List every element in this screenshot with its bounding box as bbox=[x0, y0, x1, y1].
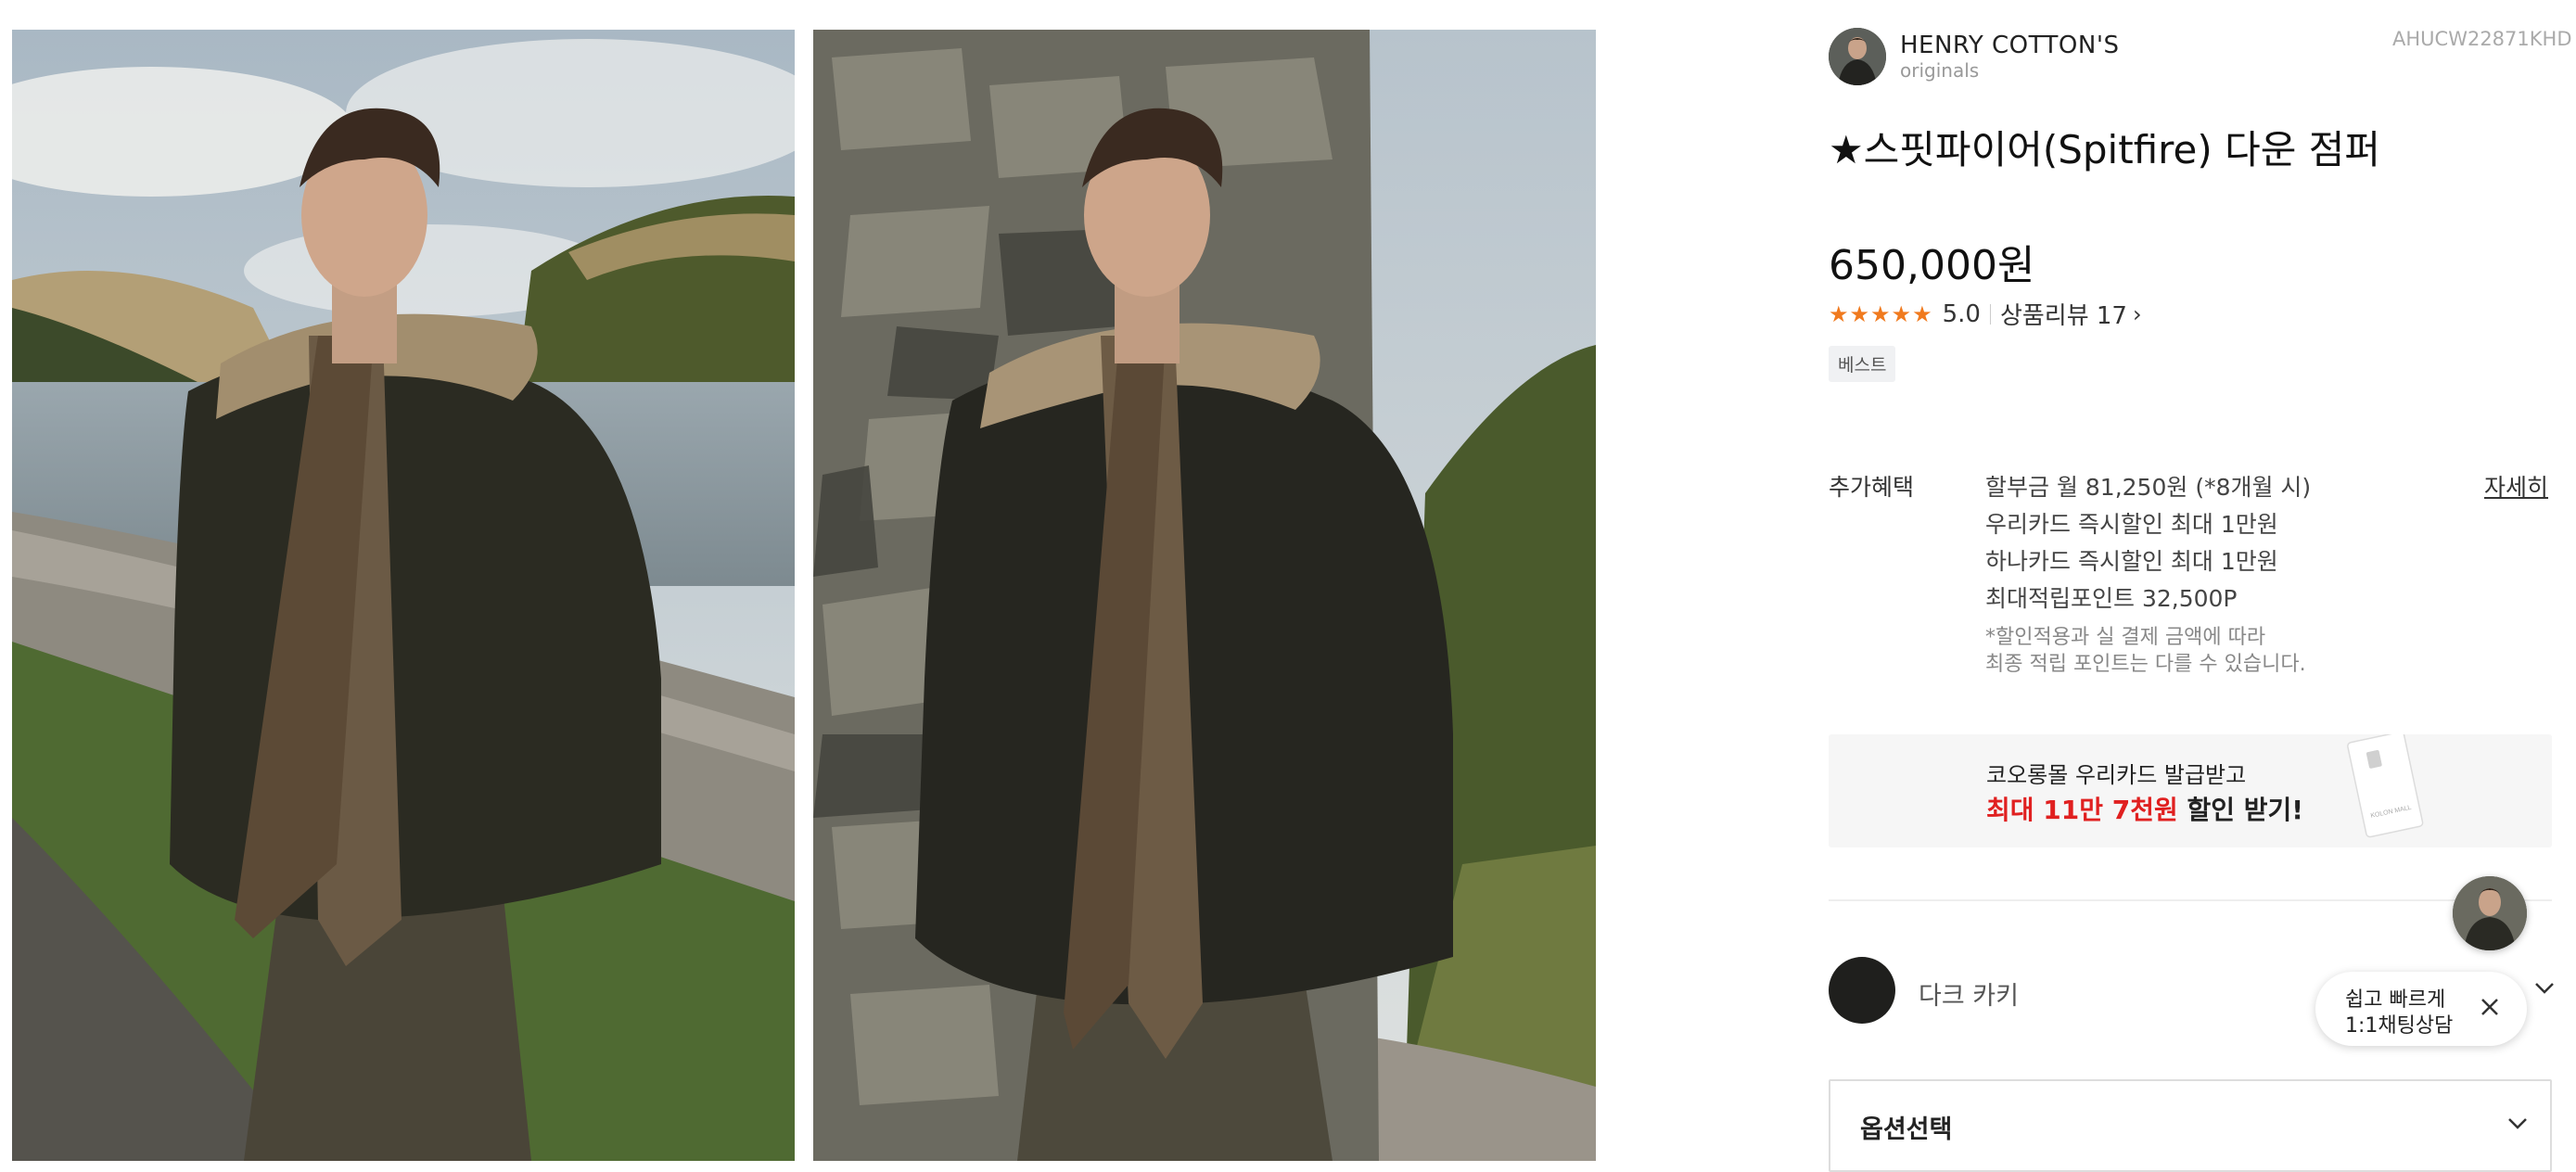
chat-consult-bubble[interactable]: 쉽고 빠르게 1:1채팅상담 bbox=[2315, 972, 2527, 1046]
chevron-down-icon bbox=[2507, 1113, 2528, 1136]
close-icon[interactable] bbox=[2475, 992, 2505, 1022]
banner-line1: 코오롱몰 우리카드 발급받고 bbox=[1986, 762, 2247, 788]
brand-name[interactable]: HENRY COTTON'S bbox=[1900, 32, 2119, 59]
review-link[interactable]: 상품리뷰 17 › bbox=[2000, 297, 2142, 331]
banner-highlight: 최대 11만 7천원 bbox=[1986, 795, 2178, 825]
product-code: AHUCW22871KHD bbox=[2392, 28, 2572, 50]
benefit-note-line1: *할인적용과 실 결제 금액에 따라 bbox=[1985, 626, 2266, 649]
product-photo-2-image bbox=[813, 30, 1596, 1161]
benefit-installment: 할부금 월 81,250원 (*8개월 시) bbox=[1985, 474, 2312, 501]
review-count-label: 상품리뷰 17 bbox=[1999, 302, 2127, 330]
rating-row: ★★★★★ 5.0 상품리뷰 17 › bbox=[1829, 297, 2142, 331]
benefits-label: 추가혜택 bbox=[1829, 474, 1915, 501]
chat-text-line2: 1:1채팅상담 bbox=[2345, 1014, 2454, 1038]
benefit-note-line2: 최종 적립 포인트는 다를 수 있습니다. bbox=[1985, 653, 2306, 676]
color-swatch[interactable] bbox=[1829, 957, 1895, 1024]
color-name: 다크 카키 bbox=[1919, 982, 2019, 1011]
rating-stars-icon: ★★★★★ bbox=[1829, 300, 1933, 327]
credit-card-icon: KOLON MALL bbox=[2347, 734, 2424, 838]
brand-subtitle: originals bbox=[1900, 59, 1980, 82]
chevron-down-icon[interactable] bbox=[2534, 977, 2555, 1000]
banner-line2: 최대 11만 7천원 할인 받기! bbox=[1986, 790, 2303, 827]
option-select-label: 옵션선택 bbox=[1860, 1115, 1953, 1144]
chat-avatar[interactable] bbox=[2453, 876, 2527, 950]
benefit-points: 최대적립포인트 32,500P bbox=[1985, 585, 2238, 612]
brand-avatar[interactable] bbox=[1829, 28, 1886, 85]
card-promo-banner[interactable]: 코오롱몰 우리카드 발급받고 최대 11만 7천원 할인 받기! KOLON M… bbox=[1829, 734, 2552, 847]
best-badge: 베스트 bbox=[1829, 346, 1896, 382]
benefit-hana-card: 하나카드 즉시할인 최대 1만원 bbox=[1985, 548, 2278, 575]
product-photo-2[interactable] bbox=[813, 30, 1596, 1161]
product-photo-1-image bbox=[12, 30, 795, 1161]
product-title: ★스핏파이어(Spitfire) 다운 점퍼 bbox=[1829, 127, 2380, 172]
chevron-right-icon: › bbox=[2132, 300, 2142, 327]
detail-link[interactable]: 자세히 bbox=[2484, 469, 2548, 503]
product-photo-1[interactable] bbox=[12, 30, 795, 1161]
benefit-note: *할인적용과 실 결제 금액에 따라 최종 적립 포인트는 다를 수 있습니다. bbox=[1985, 624, 2306, 678]
banner-rest: 할인 받기! bbox=[2177, 795, 2304, 825]
section-divider bbox=[1829, 899, 2552, 901]
option-select[interactable]: 옵션선택 bbox=[1829, 1079, 2552, 1172]
benefit-woori-card: 우리카드 즉시할인 최대 1만원 bbox=[1985, 511, 2278, 538]
rating-value: 5.0 bbox=[1942, 299, 1981, 328]
chat-avatar-image bbox=[2453, 876, 2527, 950]
rating-separator bbox=[1989, 303, 1991, 325]
product-price: 650,000원 bbox=[1829, 242, 2035, 289]
brand-avatar-image bbox=[1829, 28, 1886, 85]
